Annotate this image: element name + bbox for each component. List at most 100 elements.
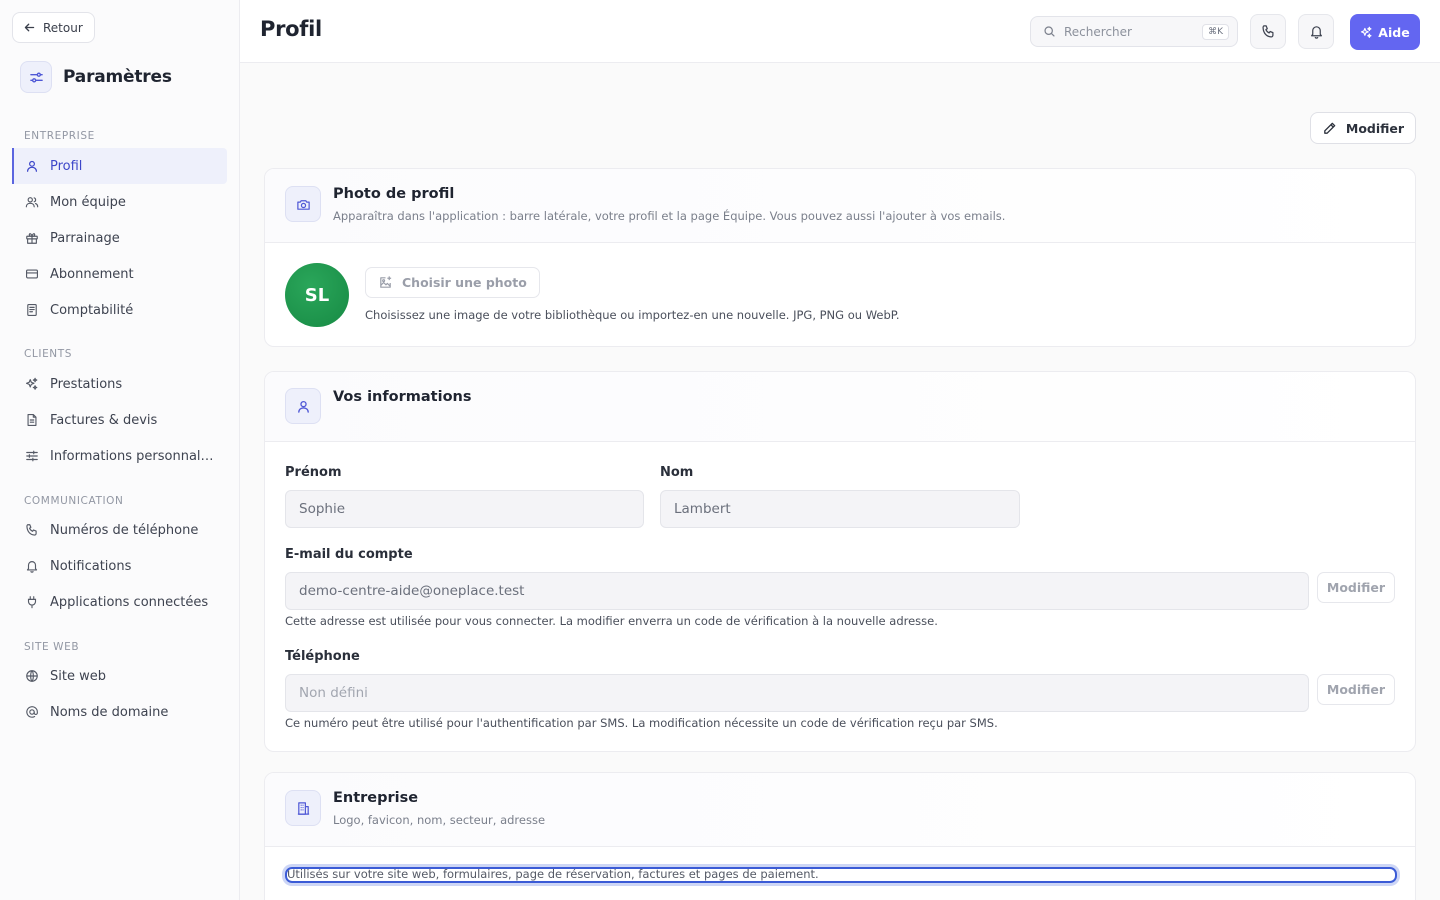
sidebar-item-mon-equipe[interactable]: Mon équipe bbox=[12, 184, 227, 220]
nav-section-site-web: SITE WEB bbox=[24, 641, 80, 653]
sidebar-item-abonnement[interactable]: Abonnement bbox=[12, 256, 227, 292]
sidebar-item-label: Noms de domaine bbox=[50, 704, 169, 720]
sidebar-item-label: Informations personnalis... bbox=[50, 448, 215, 464]
building-icon bbox=[285, 790, 321, 826]
phone-button[interactable] bbox=[1250, 14, 1286, 49]
sidebar-item-label: Site web bbox=[50, 668, 106, 684]
sliders-icon bbox=[26, 450, 38, 462]
search-placeholder: Rechercher bbox=[1064, 24, 1132, 39]
sparkles-icon bbox=[26, 377, 38, 390]
users-icon bbox=[25, 197, 39, 208]
profile-photo-body: SL Choisir une photo Choisissez une imag… bbox=[265, 243, 1415, 346]
gift-icon bbox=[26, 233, 38, 244]
nav-section-communication: COMMUNICATION bbox=[24, 495, 124, 507]
choose-photo-label: Choisir une photo bbox=[402, 275, 527, 290]
user-info-card: Vos informations Prénom Sophie Nom Lambe… bbox=[264, 371, 1416, 752]
search-shortcut: ⌘K bbox=[1202, 23, 1229, 40]
sidebar-item-site-web[interactable]: Site web bbox=[12, 658, 227, 694]
sidebar-item-label: Prestations bbox=[50, 376, 123, 392]
image-plus-icon bbox=[380, 276, 392, 288]
plug-icon bbox=[27, 596, 37, 609]
sidebar-item-comptabilite[interactable]: Comptabilité bbox=[12, 292, 227, 328]
user-icon bbox=[285, 388, 321, 424]
avatar: SL bbox=[285, 263, 349, 327]
user-info-title: Vos informations bbox=[333, 389, 472, 405]
last-name-label: Nom bbox=[660, 465, 694, 480]
sidebar-item-label: Mon équipe bbox=[50, 194, 126, 210]
photo-hint: Choisissez une image de votre bibliothèq… bbox=[365, 308, 900, 322]
search-icon bbox=[1044, 26, 1055, 37]
edit-profile-label: Modifier bbox=[1345, 120, 1405, 136]
bell-icon bbox=[26, 561, 38, 573]
phone-label: Téléphone bbox=[285, 649, 360, 664]
nav-section-clients: CLIENTS bbox=[24, 348, 73, 360]
sidebar-item-label: Notifications bbox=[50, 558, 132, 574]
settings-sliders-icon bbox=[20, 61, 52, 93]
help-button-label: Aide bbox=[1378, 24, 1410, 40]
user-info-card-header: Vos informations bbox=[265, 372, 1415, 442]
profile-photo-subtitle: Apparaîtra dans l'application : barre la… bbox=[333, 209, 1006, 223]
user-info-body: Prénom Sophie Nom Lambert E-mail du comp… bbox=[265, 442, 1415, 751]
company-title: Entreprise bbox=[333, 790, 419, 806]
sidebar: Retour Paramètres ENTREPRISE Profil Mon … bbox=[0, 0, 240, 900]
sidebar-item-applications-connectees[interactable]: Applications connectées bbox=[12, 584, 227, 620]
sidebar-item-label: Numéros de téléphone bbox=[50, 522, 199, 538]
sparkles-icon bbox=[1361, 26, 1372, 38]
phone-icon bbox=[26, 524, 37, 536]
company-body: Utilisés sur votre site web, formulaires… bbox=[265, 847, 1415, 900]
sidebar-item-numeros-telephone[interactable]: Numéros de téléphone bbox=[12, 512, 227, 548]
edit-phone-button[interactable]: Modifier bbox=[1317, 674, 1395, 705]
page-title: Profil bbox=[260, 17, 322, 41]
sidebar-item-profil[interactable]: Profil bbox=[12, 148, 227, 184]
credit-card-icon bbox=[26, 269, 38, 279]
edit-email-button[interactable]: Modifier bbox=[1317, 572, 1395, 603]
sidebar-item-notifications[interactable]: Notifications bbox=[12, 548, 227, 584]
sidebar-item-informations-personnalisees[interactable]: Informations personnalis... bbox=[12, 438, 227, 474]
bell-icon bbox=[1310, 26, 1322, 39]
document-icon bbox=[27, 414, 37, 426]
notifications-button[interactable] bbox=[1298, 14, 1334, 49]
at-icon bbox=[26, 706, 38, 718]
email-field[interactable]: demo-centre-aide@oneplace.test bbox=[285, 572, 1309, 610]
receipt-icon bbox=[27, 304, 37, 316]
last-name-field[interactable]: Lambert bbox=[660, 490, 1020, 528]
phone-field[interactable]: Non défini bbox=[285, 674, 1309, 712]
sidebar-item-label: Factures & devis bbox=[50, 412, 158, 428]
email-hint: Cette adresse est utilisée pour vous con… bbox=[285, 614, 938, 628]
sidebar-item-label: Comptabilité bbox=[50, 302, 134, 318]
sidebar-item-label: Parrainage bbox=[50, 230, 120, 246]
search-input[interactable]: Rechercher ⌘K bbox=[1030, 16, 1238, 47]
company-card: Entreprise Logo, favicon, nom, secteur, … bbox=[264, 772, 1416, 900]
choose-photo-button[interactable]: Choisir une photo bbox=[365, 267, 540, 298]
profile-photo-title: Photo de profil bbox=[333, 186, 455, 202]
phone-hint: Ce numéro peut être utilisé pour l'authe… bbox=[285, 716, 998, 730]
edit-profile-button[interactable]: Modifier bbox=[1310, 112, 1416, 144]
first-name-label: Prénom bbox=[285, 465, 342, 480]
profile-photo-card-header: Photo de profil Apparaîtra dans l'applic… bbox=[265, 169, 1415, 243]
sidebar-item-label: Profil bbox=[50, 158, 83, 174]
sidebar-item-noms-de-domaine[interactable]: Noms de domaine bbox=[12, 694, 227, 730]
sidebar-item-label: Abonnement bbox=[50, 266, 134, 282]
back-button[interactable]: Retour bbox=[12, 12, 95, 43]
email-label: E-mail du compte bbox=[285, 547, 413, 562]
sidebar-item-prestations[interactable]: Prestations bbox=[12, 366, 227, 402]
profile-photo-card: Photo de profil Apparaîtra dans l'applic… bbox=[264, 168, 1416, 347]
company-card-header: Entreprise Logo, favicon, nom, secteur, … bbox=[265, 773, 1415, 847]
sidebar-item-parrainage[interactable]: Parrainage bbox=[12, 220, 227, 256]
arrow-left-icon bbox=[24, 23, 35, 32]
top-bar: Profil Rechercher ⌘K Aide bbox=[240, 0, 1440, 63]
sidebar-item-factures-devis[interactable]: Factures & devis bbox=[12, 402, 227, 438]
sidebar-item-label: Applications connectées bbox=[50, 594, 209, 610]
company-subtitle: Logo, favicon, nom, secteur, adresse bbox=[333, 813, 546, 827]
settings-title: Paramètres bbox=[63, 67, 172, 87]
back-button-label: Retour bbox=[43, 20, 83, 35]
pencil-icon bbox=[1324, 122, 1336, 134]
help-button[interactable]: Aide bbox=[1350, 14, 1420, 50]
company-usage-hint: Utilisés sur votre site web, formulaires… bbox=[285, 867, 1397, 883]
user-icon bbox=[27, 160, 37, 172]
phone-icon bbox=[1261, 25, 1274, 38]
first-name-field[interactable]: Sophie bbox=[285, 490, 644, 528]
camera-icon bbox=[285, 186, 321, 222]
nav-section-entreprise: ENTREPRISE bbox=[24, 130, 95, 142]
globe-icon bbox=[26, 670, 38, 682]
